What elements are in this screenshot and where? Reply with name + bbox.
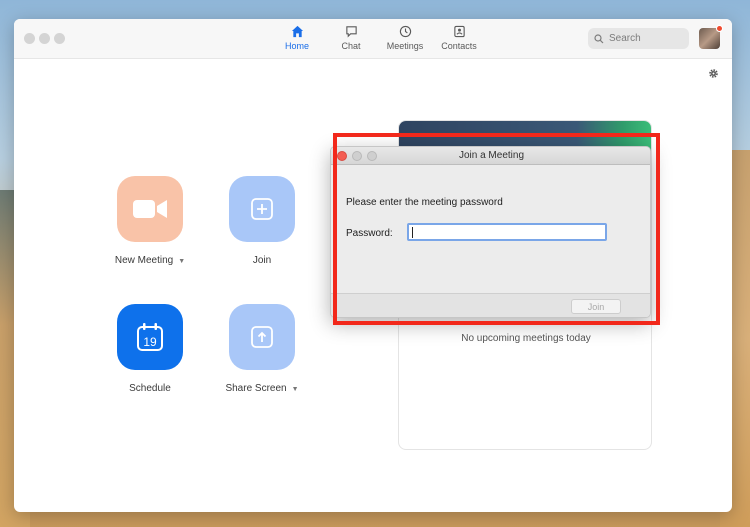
search-box[interactable] xyxy=(588,28,689,49)
calendar-icon: 19 xyxy=(137,323,163,351)
search-input[interactable] xyxy=(609,33,679,44)
contacts-icon xyxy=(453,25,465,38)
tab-meetings[interactable]: Meetings xyxy=(378,25,432,59)
chat-icon xyxy=(345,26,357,38)
share-screen-button[interactable] xyxy=(229,304,295,370)
chevron-down-icon[interactable]: ▼ xyxy=(292,386,299,393)
gear-icon[interactable] xyxy=(708,68,719,79)
tab-home-label: Home xyxy=(284,41,309,51)
tab-chat[interactable]: Chat xyxy=(324,25,378,59)
share-screen-label: Share Screen ▼ xyxy=(199,383,325,394)
new-meeting-action: New Meeting ▼ xyxy=(115,176,185,266)
upload-arrow-icon xyxy=(251,326,273,348)
window-minimize-button[interactable] xyxy=(39,33,50,44)
upcoming-meetings-empty-text: No upcoming meetings today xyxy=(461,333,591,344)
chevron-down-icon[interactable]: ▼ xyxy=(178,258,185,265)
video-camera-icon xyxy=(133,200,167,218)
clock-icon xyxy=(399,25,411,38)
window-zoom-button[interactable] xyxy=(54,33,65,44)
calendar-day: 19 xyxy=(143,335,157,349)
window-close-button[interactable] xyxy=(24,33,35,44)
plus-icon xyxy=(251,198,273,220)
tab-contacts[interactable]: Contacts xyxy=(432,25,486,59)
title-bar: Home Chat Meetings Contacts xyxy=(14,19,732,59)
share-screen-action: Share Screen ▼ xyxy=(225,304,299,394)
new-meeting-label: New Meeting ▼ xyxy=(87,255,213,266)
tab-chat-label: Chat xyxy=(341,41,361,51)
home-icon xyxy=(291,25,303,38)
main-tabs: Home Chat Meetings Contacts xyxy=(270,25,486,59)
new-meeting-text: New Meeting xyxy=(114,255,174,266)
schedule-button[interactable]: 19 xyxy=(117,304,183,370)
search-icon xyxy=(594,33,604,43)
share-screen-text: Share Screen xyxy=(225,383,287,394)
tab-meetings-label: Meetings xyxy=(386,41,424,51)
notification-badge xyxy=(716,25,723,32)
new-meeting-button[interactable] xyxy=(117,176,183,242)
join-label: Join xyxy=(252,255,272,266)
tab-contacts-label: Contacts xyxy=(441,41,477,51)
tab-home[interactable]: Home xyxy=(270,25,324,59)
schedule-label: Schedule xyxy=(129,383,171,394)
schedule-action: 19 Schedule xyxy=(117,304,183,394)
join-button[interactable] xyxy=(229,176,295,242)
join-action: Join xyxy=(229,176,295,266)
highlight-box xyxy=(333,133,660,325)
